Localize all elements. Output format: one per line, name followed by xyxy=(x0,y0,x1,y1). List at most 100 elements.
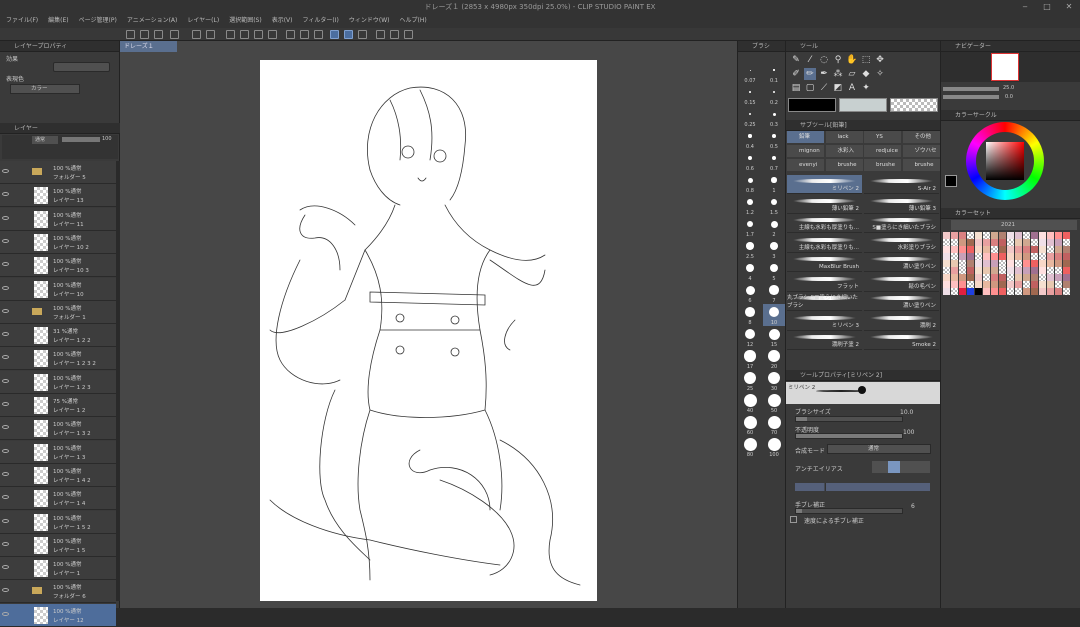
select-tool-icon[interactable]: ⬚ xyxy=(860,54,872,66)
color-swatch[interactable] xyxy=(1015,253,1022,260)
subtool-group-tab[interactable]: YS xyxy=(864,131,901,143)
redo-icon[interactable] xyxy=(206,30,215,39)
color-swatch[interactable] xyxy=(983,281,990,288)
brush-size-preset[interactable]: 2.5 xyxy=(739,238,761,260)
brush-size-preset[interactable]: 10 xyxy=(763,304,785,326)
hardness-slider[interactable] xyxy=(795,483,930,491)
brush-size-preset[interactable]: 3 xyxy=(763,238,785,260)
color-swatch[interactable] xyxy=(1007,260,1014,267)
close-button[interactable]: ✕ xyxy=(1058,0,1080,14)
layer-row[interactable]: 100 %通常 レイヤー 1 4 xyxy=(0,487,116,511)
color-swatch[interactable] xyxy=(1023,239,1030,246)
snap-grid-icon[interactable] xyxy=(358,30,367,39)
color-swatch[interactable] xyxy=(967,232,974,239)
tool-tab[interactable]: ツール xyxy=(786,41,940,52)
subtool-brush-item[interactable]: ミリペン 3 xyxy=(787,312,862,331)
layer-row[interactable]: 100 %通常 レイヤー 12 xyxy=(0,603,116,627)
layer-row[interactable]: 100 %通常 レイヤー 1 2 3 2 xyxy=(0,347,116,371)
layer-folder[interactable]: 100 %通常 フォルダー 6 xyxy=(0,580,116,604)
brush-size-preset[interactable]: 1 xyxy=(763,172,785,194)
hue-ring[interactable] xyxy=(966,122,1044,200)
color-swatch[interactable] xyxy=(951,267,958,274)
visibility-eye-icon[interactable] xyxy=(2,402,9,406)
color-swatch[interactable] xyxy=(983,239,990,246)
color-swatch[interactable] xyxy=(967,239,974,246)
brush-size-preset[interactable]: 17 xyxy=(739,348,761,370)
brush-size-preset[interactable]: 1.2 xyxy=(739,194,761,216)
menu-animation[interactable]: アニメーション(A) xyxy=(127,14,178,28)
color-swatch[interactable] xyxy=(1031,267,1038,274)
visibility-eye-icon[interactable] xyxy=(2,169,9,173)
color-swatch[interactable] xyxy=(1023,267,1030,274)
paste-icon[interactable] xyxy=(390,30,399,39)
expression-color-select[interactable]: カラー xyxy=(10,84,80,94)
color-swatch[interactable] xyxy=(1031,260,1038,267)
stabilization-slider[interactable] xyxy=(795,508,903,514)
brush-size-preset[interactable]: 0.4 xyxy=(739,128,761,150)
brush-size-preset[interactable]: 80 xyxy=(739,436,761,458)
subtool-brush-item[interactable]: フラット xyxy=(787,273,862,292)
sub-color-swatch[interactable] xyxy=(839,98,887,112)
color-swatch[interactable] xyxy=(959,239,966,246)
color-swatch[interactable] xyxy=(983,246,990,253)
color-swatch[interactable] xyxy=(1063,267,1070,274)
zoom-value[interactable]: 25.0 xyxy=(1003,85,1014,91)
color-swatch[interactable] xyxy=(1063,239,1070,246)
brush-size-preset[interactable]: 100 xyxy=(763,436,785,458)
subtool-group-tab[interactable]: 鉛筆 xyxy=(787,131,824,143)
layer-row[interactable]: 75 %通常 レイヤー 1 2 xyxy=(0,394,116,417)
visibility-eye-icon[interactable] xyxy=(2,238,9,243)
brush-size-preset[interactable]: 12 xyxy=(739,326,761,348)
color-swatch[interactable] xyxy=(967,274,974,281)
brush-size-preset[interactable]: 8 xyxy=(739,304,761,326)
color-swatch[interactable] xyxy=(943,274,950,281)
color-swatch[interactable] xyxy=(991,239,998,246)
clear-icon[interactable] xyxy=(226,30,235,39)
color-swatch[interactable] xyxy=(1047,239,1054,246)
color-swatch[interactable] xyxy=(943,246,950,253)
visibility-eye-icon[interactable] xyxy=(2,471,9,476)
rotate-slider[interactable] xyxy=(943,95,999,99)
color-swatch[interactable] xyxy=(967,246,974,253)
color-swatch[interactable] xyxy=(951,246,958,253)
color-swatch[interactable] xyxy=(1007,232,1014,239)
color-swatch[interactable] xyxy=(1063,281,1070,288)
color-swatch[interactable] xyxy=(1039,267,1046,274)
color-swatch[interactable] xyxy=(951,239,958,246)
color-swatch[interactable] xyxy=(1015,246,1022,253)
color-swatch[interactable] xyxy=(1023,281,1030,288)
subtool-group-tab[interactable]: brushe xyxy=(864,159,901,171)
color-swatch[interactable] xyxy=(1039,288,1046,295)
brush-size-preset[interactable]: 6 xyxy=(739,282,761,304)
color-swatch[interactable] xyxy=(1007,239,1014,246)
brush-size-preset[interactable]: 50 xyxy=(763,392,785,414)
airbrush-tool-icon[interactable]: ✒ xyxy=(818,68,830,80)
brush-tool-icon[interactable]: ✐ xyxy=(790,68,802,80)
menu-help[interactable]: ヘルプ(H) xyxy=(399,14,426,28)
color-swatch[interactable] xyxy=(959,281,966,288)
visibility-eye-icon[interactable] xyxy=(2,611,9,616)
color-swatch[interactable] xyxy=(975,288,982,295)
color-swatch[interactable] xyxy=(959,246,966,253)
color-swatch[interactable] xyxy=(1063,246,1070,253)
brush-size-preset[interactable]: 0.1 xyxy=(763,62,785,84)
snap-special-ruler-icon[interactable] xyxy=(344,30,353,39)
menu-window[interactable]: ウィンドウ(W) xyxy=(349,14,390,28)
layer-row[interactable]: 100 %通常 レイヤー 1 3 xyxy=(0,440,116,464)
color-swatch[interactable] xyxy=(975,232,982,239)
color-swatch[interactable] xyxy=(1031,253,1038,260)
angle-value[interactable]: 0.0 xyxy=(1005,94,1013,100)
blend-mode-dropdown[interactable]: 通常 xyxy=(827,444,931,454)
brush-size-preset[interactable]: 0.8 xyxy=(739,172,761,194)
color-swatch[interactable] xyxy=(1047,267,1054,274)
color-swatch[interactable] xyxy=(991,274,998,281)
color-swatch[interactable] xyxy=(999,288,1006,295)
color-swatch[interactable] xyxy=(983,267,990,274)
color-swatch[interactable] xyxy=(1055,246,1062,253)
subtool-brush-item[interactable]: 濃刷 2 xyxy=(864,312,939,331)
color-swatch[interactable] xyxy=(975,260,982,267)
antialias-option-weak[interactable] xyxy=(888,461,900,473)
frame-tool-icon[interactable]: ◩ xyxy=(832,82,844,94)
subtool-group-tab[interactable]: redjuice xyxy=(864,145,901,157)
visibility-eye-icon[interactable] xyxy=(2,425,9,430)
